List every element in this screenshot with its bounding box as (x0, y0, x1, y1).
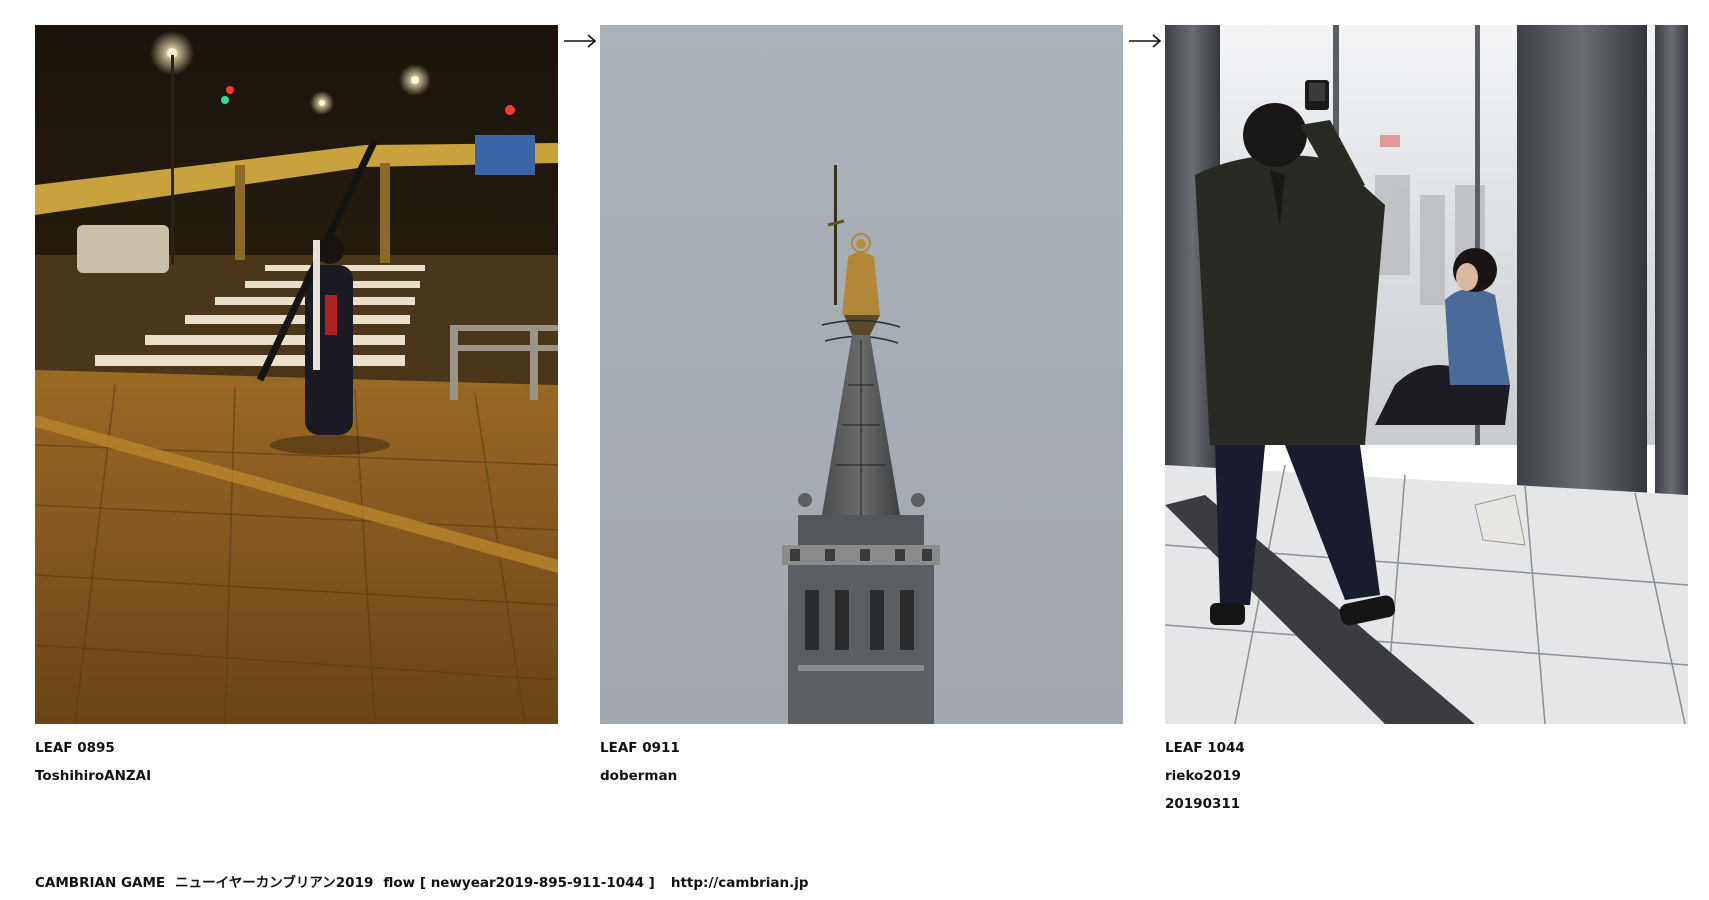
flow-arrow-icon (564, 34, 597, 48)
leaf-date: 20190311 (1165, 796, 1241, 812)
footer-title: ニューイヤーカンブリアン2019 (175, 875, 374, 891)
leaf-id: LEAF 0895 (35, 740, 115, 756)
footer-site-link[interactable]: http://cambrian.jp (671, 875, 809, 891)
leaf-id: LEAF 1044 (1165, 740, 1245, 756)
footer: CAMBRIAN GAME ニューイヤーカンブリアン2019 flow [ newy… (35, 871, 809, 891)
leaf-author: ToshihiroANZAI (35, 768, 152, 784)
leaf-panel-3: LEAF 1044 rieko2019 20190311 (1165, 25, 1688, 818)
leaf-panel-1: LEAF 0895 ToshihiroANZAI (35, 25, 558, 790)
leaf-author: doberman (600, 768, 678, 784)
footer-game-name: CAMBRIAN GAME (35, 875, 166, 891)
leaf-author: rieko2019 (1165, 768, 1241, 784)
leaf-photo-0895[interactable] (35, 25, 558, 724)
leaf-panel-2: LEAF 0911 doberman (600, 25, 1123, 790)
leaf-photo-0911[interactable] (600, 25, 1123, 724)
footer-flow: flow [ newyear2019-895-911-1044 ] (383, 875, 655, 891)
leaf-id: LEAF 0911 (600, 740, 680, 756)
flow-arrow-icon (1129, 34, 1162, 48)
leaf-photo-1044[interactable] (1165, 25, 1688, 724)
